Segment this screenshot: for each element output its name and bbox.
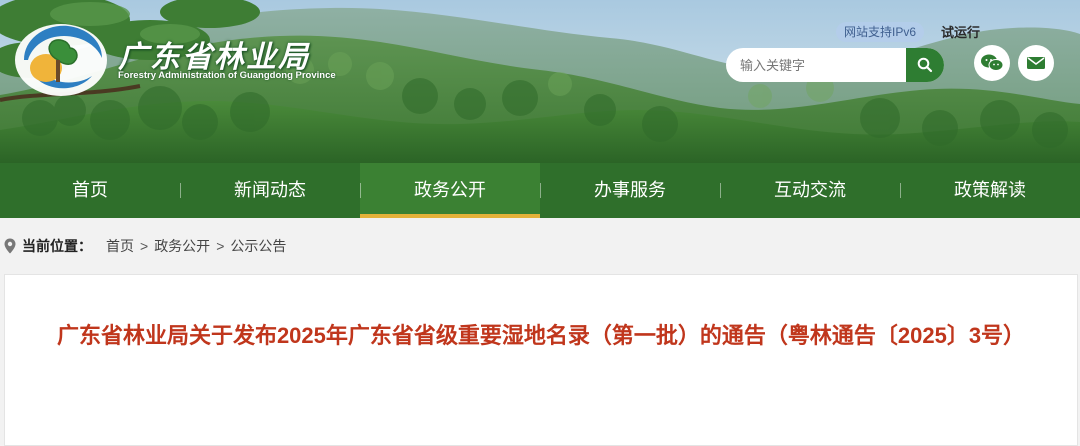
breadcrumb-announcements[interactable]: 公示公告 [230, 236, 286, 256]
breadcrumb-label: 当前位置： [22, 238, 92, 254]
nav-item-services[interactable]: 办事服务 [540, 163, 720, 218]
breadcrumb: 当前位置： 首页 > 政务公开 > 公示公告 [0, 218, 1080, 274]
forestry-logo-icon [15, 24, 107, 96]
nav-item-policy-interpretation[interactable]: 政策解读 [900, 163, 1080, 218]
article-panel: 广东省林业局关于发布2025年广东省省级重要湿地名录（第一批）的通告（粤林通告〔… [4, 274, 1078, 446]
breadcrumb-separator: > [216, 238, 225, 254]
mail-button[interactable] [1018, 45, 1054, 81]
nav-item-interaction[interactable]: 互动交流 [720, 163, 900, 218]
nav-item-home[interactable]: 首页 [0, 163, 180, 218]
nav-item-news[interactable]: 新闻动态 [180, 163, 360, 218]
search-icon [917, 57, 933, 73]
trial-run-label: 试运行 [941, 25, 981, 40]
location-pin-icon [4, 238, 16, 254]
wechat-button[interactable] [974, 45, 1010, 81]
breadcrumb-home[interactable]: 首页 [106, 236, 134, 256]
search-box [726, 48, 944, 82]
breadcrumb-government-affairs[interactable]: 政务公开 [154, 236, 210, 256]
ipv6-badge: 网站支持IPv6 [836, 22, 925, 42]
breadcrumb-separator: > [140, 238, 149, 254]
main-nav: 首页 新闻动态 政务公开 办事服务 互动交流 政策解读 [0, 163, 1080, 218]
search-button[interactable] [906, 48, 944, 82]
mail-icon [1027, 57, 1045, 69]
site-name-english: Forestry Administration of Guangdong Pro… [118, 70, 336, 81]
search-input[interactable] [726, 48, 920, 82]
wechat-icon [981, 54, 1004, 71]
nav-item-government-affairs[interactable]: 政务公开 [360, 163, 540, 218]
article-title: 广东省林业局关于发布2025年广东省省级重要湿地名录（第一批）的通告（粤林通告〔… [56, 323, 1026, 348]
header-banner: 广东省林业局 Forestry Administration of Guangd… [0, 0, 1080, 163]
